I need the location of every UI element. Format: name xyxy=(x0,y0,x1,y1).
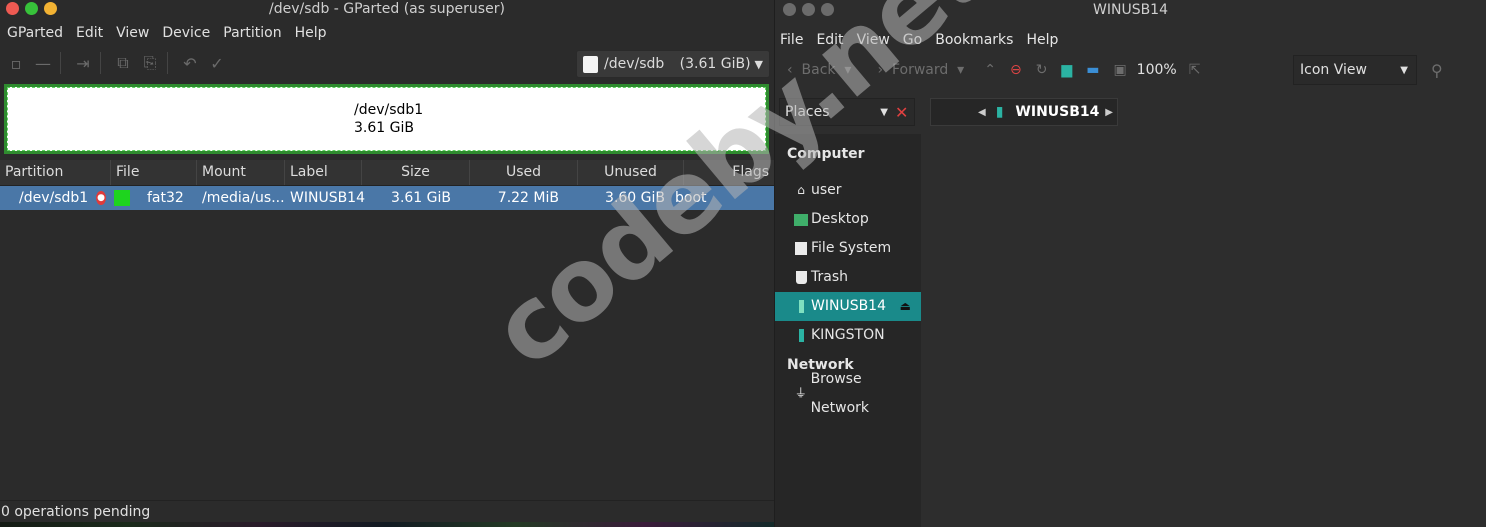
home-folder-icon[interactable]: ▆ xyxy=(1061,62,1072,78)
delete-partition-icon[interactable]: — xyxy=(32,52,54,74)
menu-edit[interactable]: Edit xyxy=(71,25,111,41)
file-view[interactable] xyxy=(921,134,1486,527)
sidebar-item-filesystem[interactable]: File System xyxy=(775,234,921,263)
usb-icon xyxy=(794,300,808,314)
search-icon[interactable]: ⚲ xyxy=(1431,61,1443,80)
gparted-titlebar: /dev/sdb - GParted (as superuser) xyxy=(0,0,774,22)
sidebar-item-label: Desktop xyxy=(811,211,869,227)
up-icon[interactable]: ⌃ xyxy=(984,62,996,78)
menu-help[interactable]: Help xyxy=(290,25,335,41)
partition-graph[interactable]: /dev/sdb1 3.61 GiB xyxy=(4,84,769,154)
menu-partition[interactable]: Partition xyxy=(218,25,289,41)
zoom-level: 100% xyxy=(1136,62,1177,78)
sidebar-item-desktop[interactable]: Desktop xyxy=(775,205,921,234)
usb-icon: ▮ xyxy=(995,104,1004,120)
maximize-icon[interactable] xyxy=(25,2,38,15)
chevron-down-icon: ▼ xyxy=(880,106,888,118)
col-used[interactable]: Used xyxy=(470,160,578,185)
menu-gparted[interactable]: GParted xyxy=(2,25,71,41)
window-title: WINUSB14 xyxy=(1093,2,1168,18)
col-label[interactable]: Label xyxy=(285,160,362,185)
device-name: /dev/sdb xyxy=(604,56,665,72)
cell-mount: /media/us... xyxy=(202,190,285,206)
filesystem-color-swatch xyxy=(114,190,130,206)
home-icon: ⌂ xyxy=(797,183,805,197)
cell-label: WINUSB14 xyxy=(290,190,365,206)
breadcrumb-current[interactable]: WINUSB14 xyxy=(1015,104,1099,120)
sidebar-item-label: File System xyxy=(811,240,892,256)
sidebar-item-label: WINUSB14 xyxy=(811,298,886,314)
trash-icon xyxy=(794,271,808,285)
eject-icon[interactable]: ⏏ xyxy=(900,292,911,321)
toolbar-separator xyxy=(100,52,101,74)
toolbar-separator xyxy=(167,52,168,74)
computer-icon[interactable]: ▬ xyxy=(1086,62,1099,78)
chevron-right-icon[interactable]: ▶ xyxy=(1105,107,1113,118)
sidebar-item-user[interactable]: ⌂ user xyxy=(775,176,921,205)
col-partition[interactable]: Partition xyxy=(0,160,111,185)
network-icon: ⏚ xyxy=(794,386,807,400)
sidebar-item-browse-network[interactable]: ⏚ Browse Network xyxy=(775,371,921,416)
sidebar-item-winusb14[interactable]: WINUSB14 ⏏ xyxy=(775,292,921,321)
places-sidebar: Computer ⌂ user Desktop File System Tras… xyxy=(775,134,921,527)
chevron-left-icon[interactable]: ◀ xyxy=(978,107,986,118)
undo-icon[interactable]: ↶ xyxy=(179,52,201,74)
disk-icon xyxy=(583,55,598,73)
minimize-icon[interactable] xyxy=(44,2,57,15)
cell-filesystem: fat32 xyxy=(147,190,184,206)
sidebar-item-label: Trash xyxy=(811,269,848,285)
gparted-menubar: GParted Edit View Device Partition Help xyxy=(0,22,774,44)
zoom-out-icon[interactable]: ▣ xyxy=(1113,62,1126,78)
resize-move-icon[interactable]: ⇥ xyxy=(72,52,94,74)
new-partition-icon[interactable]: ▫ xyxy=(5,52,27,74)
menu-device[interactable]: Device xyxy=(157,25,218,41)
sidebar-item-label: user xyxy=(811,182,842,198)
device-size: (3.61 GiB) xyxy=(679,56,751,72)
drive-icon xyxy=(794,242,808,256)
toolbar-separator xyxy=(60,52,61,74)
cell-partition: /dev/sdb1 xyxy=(19,190,89,206)
col-filesystem[interactable]: File System xyxy=(111,160,197,205)
chevron-down-icon: ▼ xyxy=(1400,64,1408,76)
col-size[interactable]: Size xyxy=(362,160,470,185)
zoom-in-icon[interactable]: ⇱ xyxy=(1189,62,1201,78)
statusbar: 0 operations pending xyxy=(0,500,774,527)
menu-view[interactable]: View xyxy=(111,25,157,41)
window-title: /dev/sdb - GParted (as superuser) xyxy=(269,1,505,17)
menu-help[interactable]: Help xyxy=(1021,32,1066,48)
status-text: 0 operations pending xyxy=(1,504,151,520)
col-mountpoint[interactable]: Mount Point xyxy=(197,160,285,205)
lock-icon: ● xyxy=(96,191,106,205)
close-sidebar-icon[interactable]: ✕ xyxy=(895,103,908,122)
view-mode-label: Icon View xyxy=(1300,62,1367,78)
gparted-toolbar: ▫ — ⇥ ⧉ ⎘ ↶ ✓ /dev/sdb (3.61 GiB) ▼ xyxy=(0,44,774,82)
desktop-folder-icon xyxy=(794,213,808,227)
cell-used: 7.22 MiB xyxy=(497,190,559,206)
cell-size: 3.61 GiB xyxy=(391,190,451,206)
usb-icon xyxy=(794,329,808,343)
paste-icon[interactable]: ⎘ xyxy=(139,52,161,74)
close-icon[interactable] xyxy=(6,2,19,15)
close-icon[interactable] xyxy=(783,3,796,16)
copy-icon[interactable]: ⧉ xyxy=(112,52,134,74)
apply-icon[interactable]: ✓ xyxy=(206,52,228,74)
sidebar-item-kingston[interactable]: KINGSTON xyxy=(775,321,921,350)
sidebar-item-label: KINGSTON xyxy=(811,327,885,343)
sidebar-item-trash[interactable]: Trash xyxy=(775,263,921,292)
desktop-background-strip xyxy=(0,522,774,527)
view-mode-select[interactable]: Icon View ▼ xyxy=(1293,55,1417,85)
stop-icon[interactable]: ⊖ xyxy=(1010,62,1022,78)
location-breadcrumb[interactable]: ◀ ▮ WINUSB14 ▶ xyxy=(930,98,1118,126)
sidebar-item-label: Browse Network xyxy=(810,370,870,416)
reload-icon[interactable]: ↻ xyxy=(1036,62,1048,78)
